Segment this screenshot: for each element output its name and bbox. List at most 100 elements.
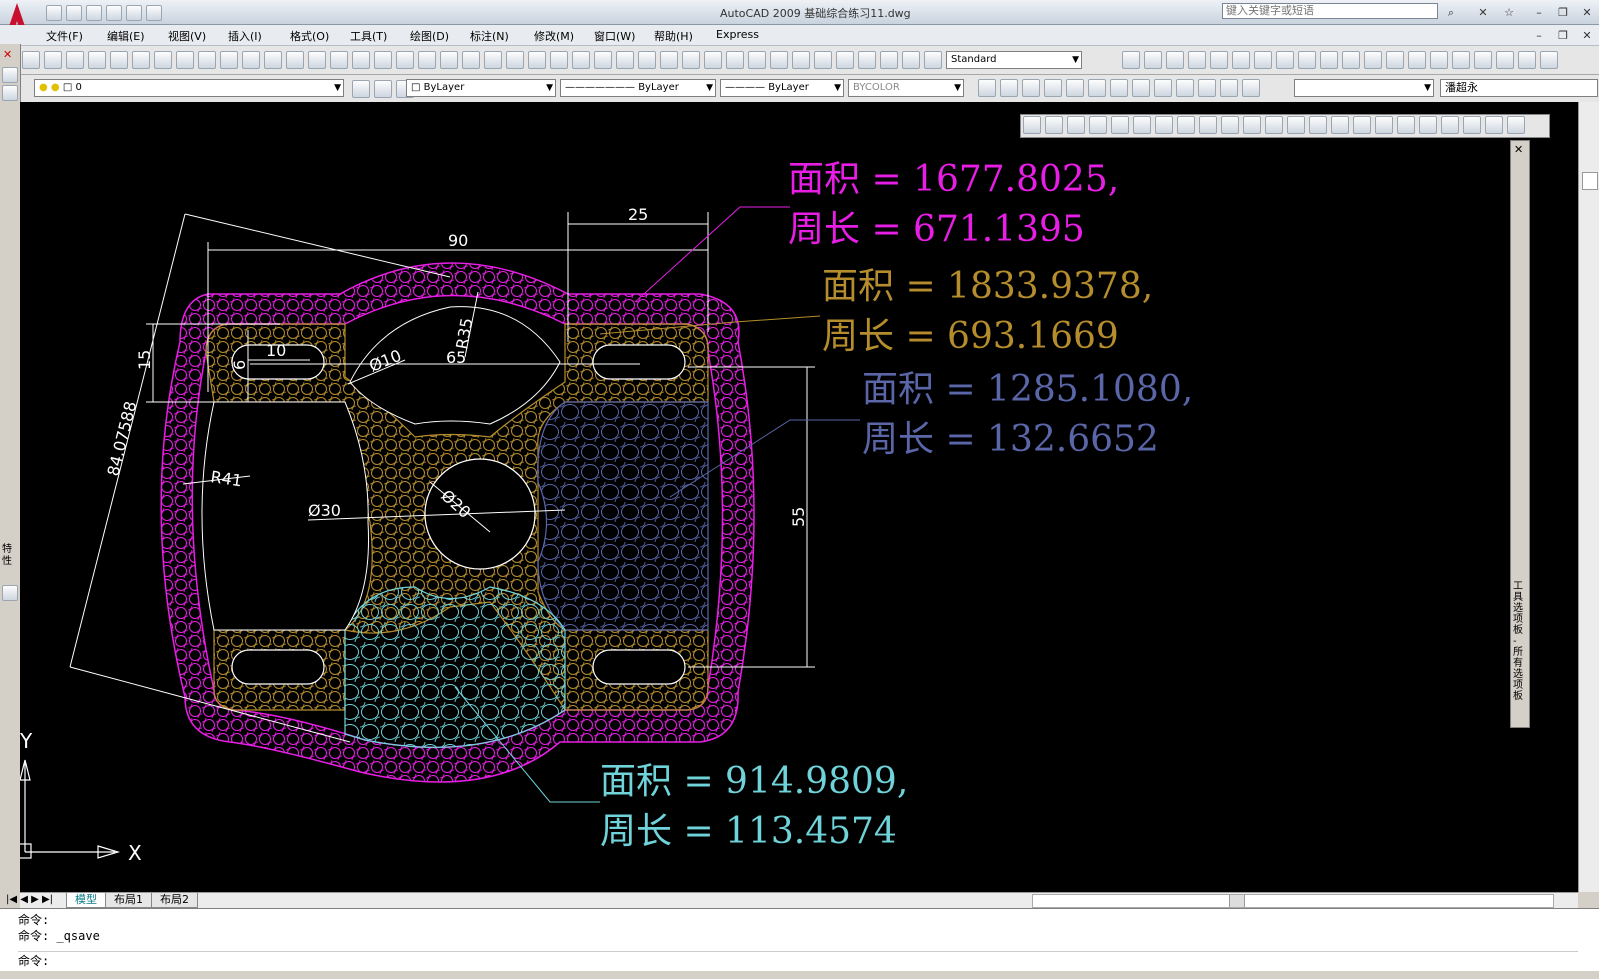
plotstyle-select[interactable]: BYCOLOR ▼	[848, 79, 964, 97]
text-style-select[interactable]: Standard ▼	[946, 51, 1082, 69]
bottom-region[interactable]	[344, 586, 566, 748]
dimension-tool-icon-7[interactable]	[1276, 51, 1294, 69]
perimeter-label-2[interactable]: 周长 = 132.6652	[862, 420, 1159, 460]
standard-tool-icon-10[interactable]	[242, 51, 260, 69]
right-region[interactable]	[537, 401, 709, 631]
linetype-select[interactable]: ——————— ByLayer ▼	[560, 79, 716, 97]
standard-tool-icon-30[interactable]	[682, 51, 700, 69]
standard-tool-icon-17[interactable]	[396, 51, 414, 69]
menu-item-8[interactable]: 修改(M)	[534, 28, 574, 44]
standard-tool-icon-20[interactable]	[462, 51, 480, 69]
favorites-icon[interactable]: ☆	[1500, 4, 1518, 22]
slot-bottom-left[interactable]	[231, 649, 325, 685]
standard-tool-icon-28[interactable]	[638, 51, 656, 69]
user-field[interactable]: 潘超永	[1440, 79, 1598, 97]
standard-tool-icon-32[interactable]	[726, 51, 744, 69]
dimension-tool-icon-3[interactable]	[1188, 51, 1206, 69]
search-icon[interactable]: ⌕	[1442, 4, 1460, 22]
command-window[interactable]: 命令: 命令: _qsave 命令:	[0, 908, 1599, 972]
props-tool-icon-7[interactable]	[1132, 79, 1150, 97]
dimension-tool-icon-15[interactable]	[1452, 51, 1470, 69]
menu-item-3[interactable]: 插入(I)	[228, 28, 262, 44]
hole-phi20[interactable]	[424, 458, 536, 570]
doc-close-icon[interactable]: ✕	[1578, 27, 1596, 45]
undo-icon[interactable]	[126, 5, 142, 21]
modeling-tool-icon-10[interactable]	[1243, 116, 1261, 134]
modeling-tool-icon-16[interactable]	[1375, 116, 1393, 134]
standard-tool-icon-33[interactable]	[748, 51, 766, 69]
modeling-tool-icon-19[interactable]	[1441, 116, 1459, 134]
standard-tool-icon-26[interactable]	[594, 51, 612, 69]
standard-tool-icon-41[interactable]	[924, 51, 942, 69]
props-tool-icon-10[interactable]	[1198, 79, 1216, 97]
slot-bottom-right[interactable]	[592, 649, 686, 685]
modeling-tool-icon-2[interactable]	[1067, 116, 1085, 134]
standard-tool-icon-36[interactable]	[814, 51, 832, 69]
modeling-tool-icon-9[interactable]	[1221, 116, 1239, 134]
properties-icon[interactable]	[2, 585, 18, 601]
properties-tab[interactable]: 特性	[2, 544, 16, 568]
layer-select[interactable]: ● ● □ 0 ▼	[34, 79, 344, 97]
modeling-tool-icon-22[interactable]	[1507, 116, 1525, 134]
left-void[interactable]	[201, 401, 369, 631]
drawing-canvas[interactable]: 25 90 15 10 6 R35 Ø10 65 84.07588 R41 Ø3…	[16, 102, 1578, 892]
standard-tool-icon-25[interactable]	[572, 51, 590, 69]
perimeter-label-3[interactable]: 周长 = 113.4574	[600, 812, 897, 852]
standard-tool-icon-19[interactable]	[440, 51, 458, 69]
standard-tool-icon-40[interactable]	[902, 51, 920, 69]
standard-tool-icon-9[interactable]	[220, 51, 238, 69]
area-label-0[interactable]: 面积 = 1677.8025,	[788, 160, 1119, 200]
menu-item-4[interactable]: 格式(O)	[290, 28, 329, 44]
modeling-tool-icon-15[interactable]	[1353, 116, 1371, 134]
menu-item-7[interactable]: 标注(N)	[470, 28, 509, 44]
dimension-tool-icon-9[interactable]	[1320, 51, 1338, 69]
modeling-tool-icon-0[interactable]	[1023, 116, 1041, 134]
standard-tool-icon-24[interactable]	[550, 51, 568, 69]
standard-tool-icon-5[interactable]	[132, 51, 150, 69]
menu-item-9[interactable]: 窗口(W)	[594, 28, 635, 44]
perimeter-label-1[interactable]: 周长 = 693.1669	[822, 317, 1119, 357]
props-tool-icon-12[interactable]	[1242, 79, 1260, 97]
doc-minimize-icon[interactable]: –	[1530, 27, 1548, 45]
props-tool-icon-6[interactable]	[1110, 79, 1128, 97]
menu-item-1[interactable]: 编辑(E)	[107, 28, 145, 44]
props-tool-icon-5[interactable]	[1088, 79, 1106, 97]
menu-item-6[interactable]: 绘图(D)	[410, 28, 449, 44]
standard-tool-icon-21[interactable]	[484, 51, 502, 69]
modeling-tool-icon-21[interactable]	[1485, 116, 1503, 134]
dimension-tool-icon-0[interactable]	[1122, 51, 1140, 69]
standard-tool-icon-39[interactable]	[880, 51, 898, 69]
standard-tool-icon-1[interactable]	[44, 51, 62, 69]
dimension-tool-icon-4[interactable]	[1210, 51, 1228, 69]
lineweight-select[interactable]: ———— ByLayer ▼	[720, 79, 844, 97]
dimension-tool-icon-13[interactable]	[1408, 51, 1426, 69]
restore-icon[interactable]: ❐	[1554, 4, 1572, 22]
panel-close-icon[interactable]: ✕	[3, 48, 12, 61]
vertical-scrollbar[interactable]	[1578, 102, 1599, 892]
open-icon[interactable]	[66, 5, 82, 21]
command-prompt[interactable]: 命令:	[18, 951, 1578, 969]
modeling-tool-icon-11[interactable]	[1265, 116, 1283, 134]
standard-tool-icon-37[interactable]	[836, 51, 854, 69]
standard-tool-icon-29[interactable]	[660, 51, 678, 69]
horizontal-scrollbar[interactable]	[1032, 894, 1554, 908]
modeling-tool-icon-12[interactable]	[1287, 116, 1305, 134]
palette-close-icon[interactable]: ✕	[1514, 143, 1523, 156]
color-select[interactable]: □ ByLayer ▼	[406, 79, 556, 97]
dimension-tool-icon-16[interactable]	[1474, 51, 1492, 69]
props-tool-icon-4[interactable]	[1066, 79, 1084, 97]
plot-icon[interactable]	[106, 5, 122, 21]
standard-tool-icon-7[interactable]	[176, 51, 194, 69]
area-label-3[interactable]: 面积 = 914.9809,	[600, 762, 908, 802]
modeling-tool-icon-3[interactable]	[1089, 116, 1107, 134]
standard-tool-icon-11[interactable]	[264, 51, 282, 69]
props-tool-icon-1[interactable]	[1000, 79, 1018, 97]
standard-tool-icon-15[interactable]	[352, 51, 370, 69]
standard-tool-icon-8[interactable]	[198, 51, 216, 69]
perimeter-label-0[interactable]: 周长 = 671.1395	[788, 210, 1085, 250]
modeling-tool-icon-8[interactable]	[1199, 116, 1217, 134]
menu-item-5[interactable]: 工具(T)	[350, 28, 387, 44]
standard-tool-icon-0[interactable]	[22, 51, 40, 69]
subscription-icon[interactable]: ✕	[1474, 4, 1492, 22]
modeling-tool-icon-18[interactable]	[1419, 116, 1437, 134]
